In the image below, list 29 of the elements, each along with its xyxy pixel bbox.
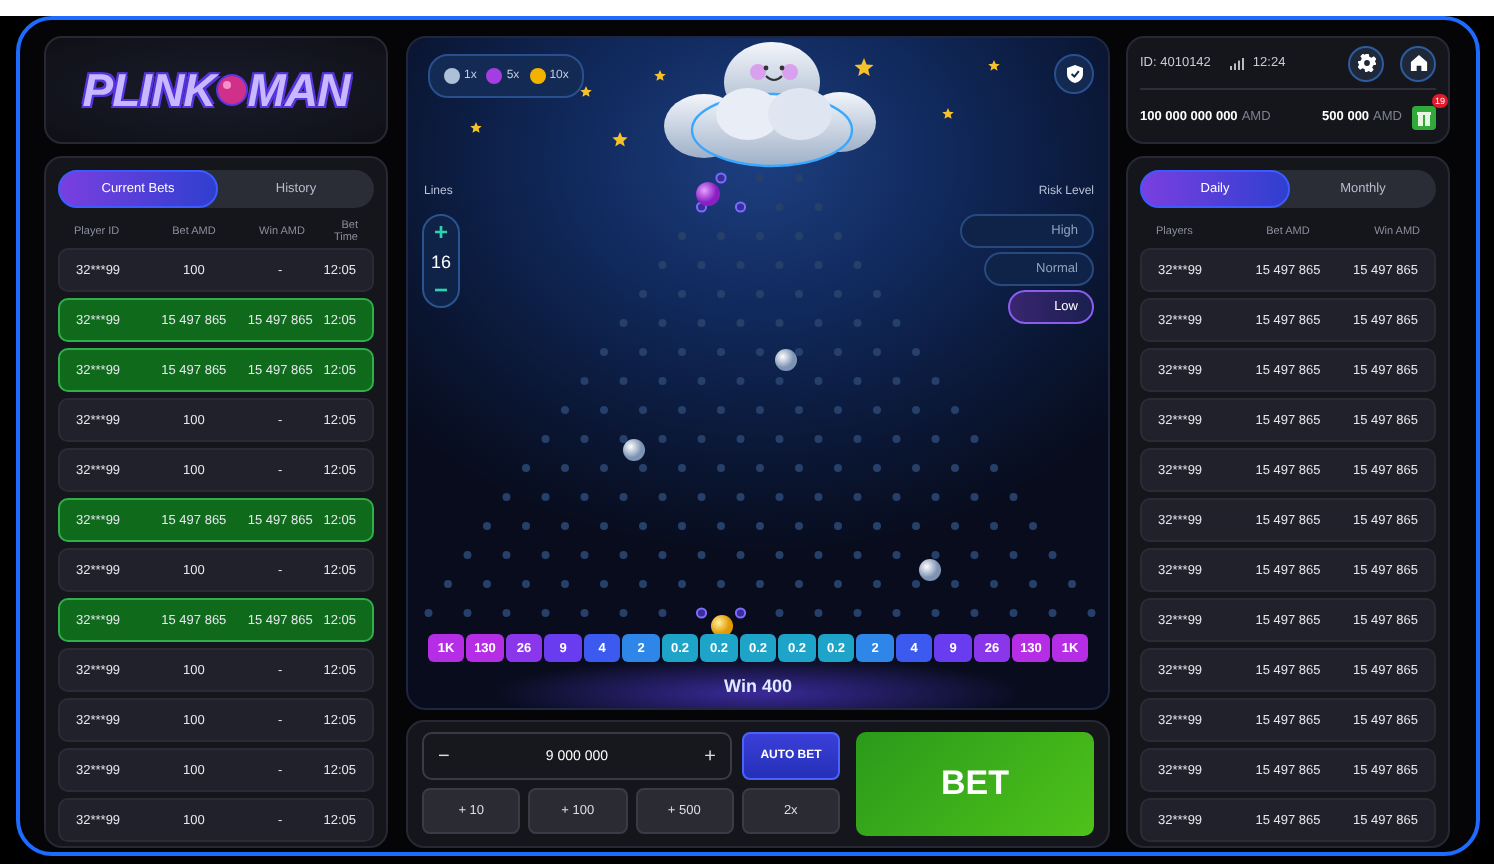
shield-button[interactable] — [1054, 54, 1094, 94]
logo-text: MAN — [247, 63, 350, 117]
star-icon — [580, 86, 592, 97]
star-icon — [988, 60, 1000, 71]
settings-icon — [1357, 54, 1375, 72]
ball-icon — [696, 182, 720, 206]
ball-icon — [919, 559, 941, 581]
home-button[interactable] — [1400, 45, 1436, 81]
star-icon — [654, 70, 666, 81]
lines-value: 16 — [430, 251, 451, 271]
home-icon — [1409, 54, 1427, 72]
star-icon — [942, 108, 954, 119]
settings-button[interactable] — [1348, 45, 1384, 81]
ball-icon — [623, 439, 645, 461]
signal-icon — [1230, 57, 1245, 69]
ball-icon — [711, 615, 733, 637]
ball-icon — [215, 74, 248, 106]
plus-button[interactable]: + — [698, 745, 722, 767]
win-amount: Win 400 — [724, 676, 792, 696]
ball-icon — [775, 349, 797, 371]
star-icon — [612, 132, 628, 147]
star-icon — [854, 58, 874, 76]
shield-icon — [1065, 64, 1083, 84]
logo-text: PLINK — [82, 63, 216, 117]
star-icon — [470, 122, 482, 133]
gift-icon[interactable] — [1412, 106, 1436, 130]
plus-button[interactable]: + — [433, 220, 448, 244]
minus-button[interactable]: − — [432, 745, 456, 767]
minus-button[interactable]: − — [433, 278, 448, 302]
